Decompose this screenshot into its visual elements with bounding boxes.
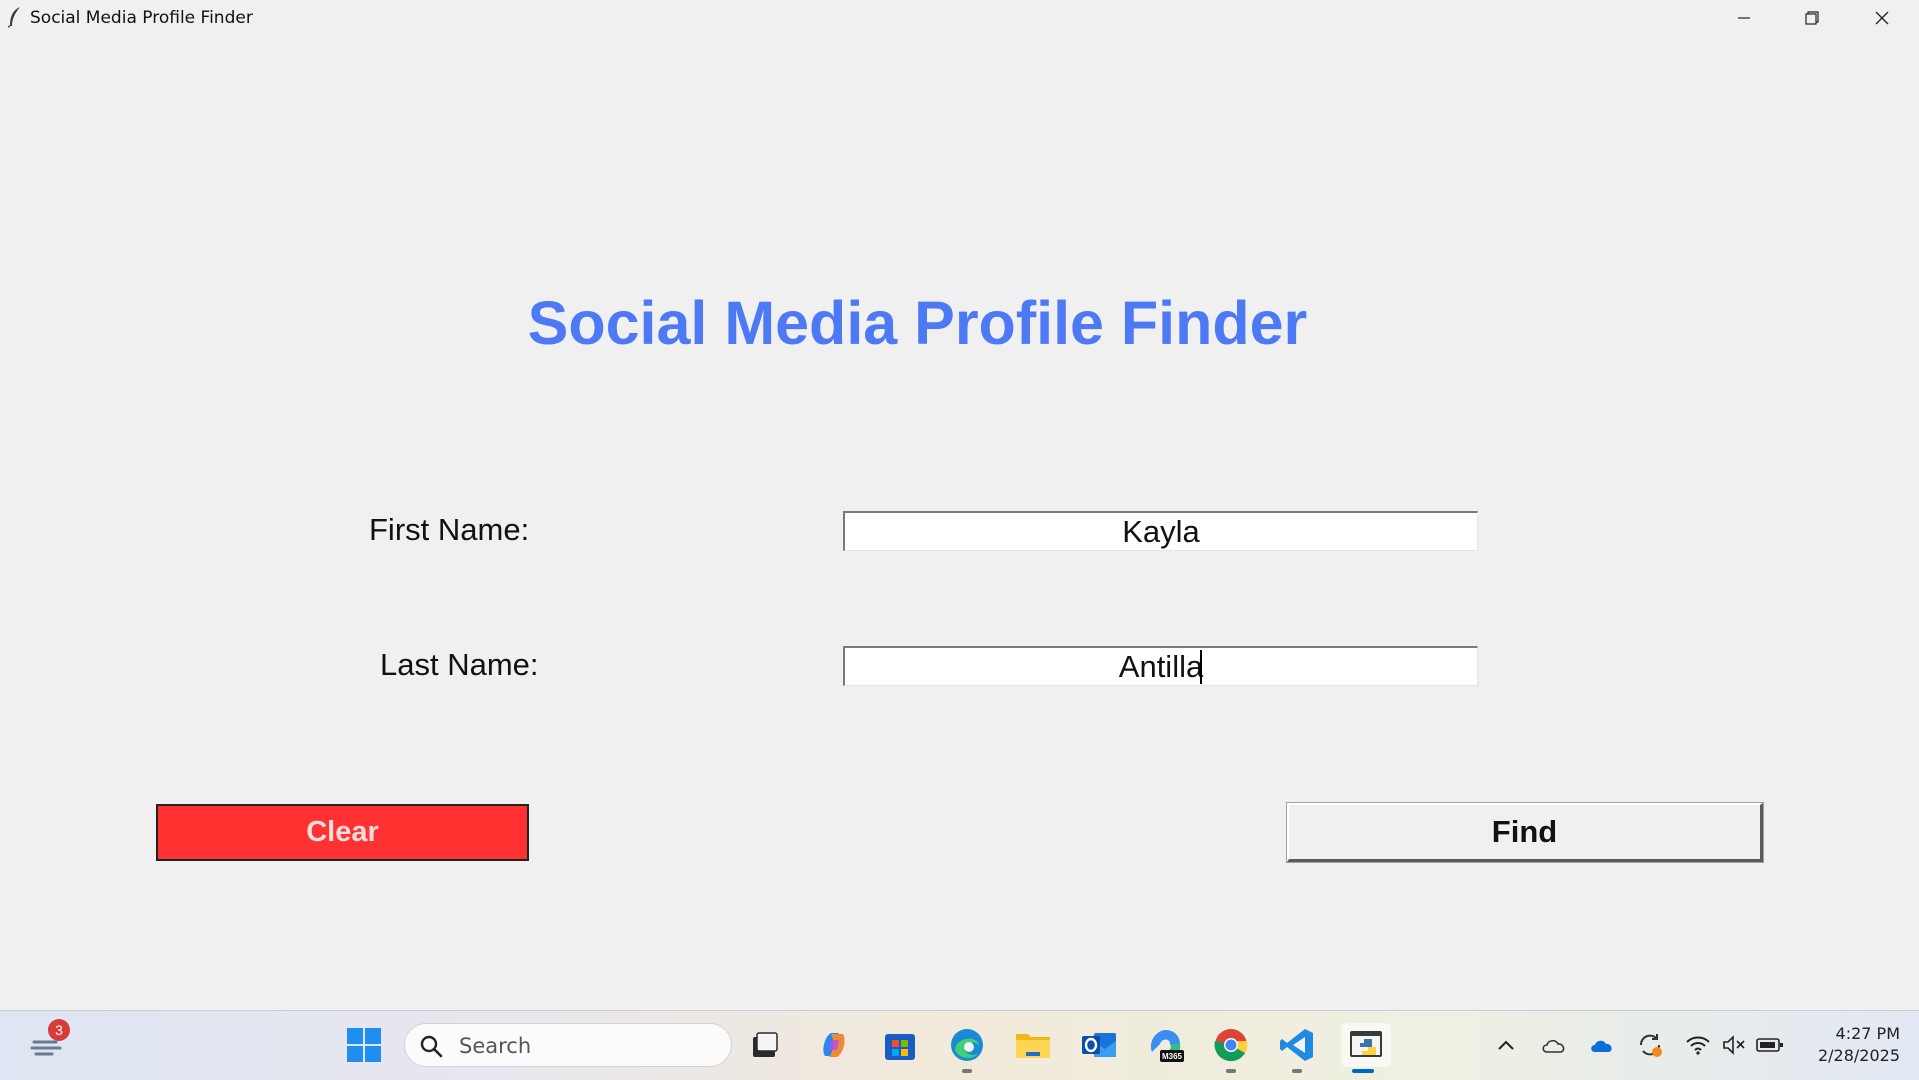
battery-button[interactable] bbox=[1754, 1029, 1786, 1061]
chrome-icon bbox=[1214, 1029, 1248, 1062]
close-button[interactable] bbox=[1848, 0, 1916, 35]
text-caret bbox=[1200, 650, 1202, 684]
wifi-button[interactable] bbox=[1682, 1029, 1714, 1061]
store-button[interactable] bbox=[878, 1023, 922, 1067]
edge-icon bbox=[951, 1029, 983, 1061]
sync-status-button[interactable] bbox=[1634, 1029, 1666, 1061]
taskbar-search[interactable]: Search bbox=[404, 1023, 732, 1067]
battery-icon bbox=[1756, 1038, 1783, 1052]
find-button[interactable]: Find bbox=[1286, 802, 1764, 863]
first-name-field[interactable] bbox=[843, 511, 1478, 551]
copilot-icon bbox=[823, 1033, 845, 1057]
volume-button[interactable] bbox=[1718, 1029, 1750, 1061]
wifi-icon bbox=[1686, 1036, 1710, 1055]
widgets-button[interactable]: 3 bbox=[26, 1019, 70, 1067]
minimize-button[interactable] bbox=[1710, 0, 1778, 35]
chrome-button[interactable] bbox=[1209, 1023, 1253, 1073]
close-icon bbox=[1875, 11, 1889, 24]
search-placeholder: Search bbox=[459, 1034, 532, 1058]
m365-button[interactable]: M365 bbox=[1144, 1023, 1188, 1067]
file-explorer-icon bbox=[1016, 1034, 1050, 1058]
feather-app-icon bbox=[7, 7, 20, 28]
volume-muted-icon bbox=[1723, 1035, 1745, 1055]
cloud-outline-icon bbox=[1542, 1039, 1565, 1053]
search-icon bbox=[420, 1035, 443, 1058]
app-window: Social Media Profile Finder Social Media… bbox=[0, 0, 1919, 1010]
outlook-icon bbox=[1082, 1033, 1116, 1057]
vscode-button[interactable] bbox=[1275, 1023, 1319, 1073]
taskbar: 3 Search M365 4:27 PM 2/28/2025 bbox=[0, 1010, 1919, 1080]
running-indicator bbox=[1226, 1069, 1236, 1073]
clock-time: 4:27 PM bbox=[1835, 1024, 1900, 1043]
m365-icon: M365 bbox=[1150, 1030, 1184, 1062]
edge-button[interactable] bbox=[945, 1023, 989, 1073]
file-explorer-button[interactable] bbox=[1011, 1023, 1055, 1067]
last-name-label: Last Name: bbox=[380, 647, 539, 682]
running-indicator bbox=[962, 1069, 972, 1073]
window-title: Social Media Profile Finder bbox=[30, 8, 253, 28]
sync-icon bbox=[1639, 1034, 1662, 1057]
store-icon bbox=[885, 1034, 915, 1060]
task-view-button[interactable] bbox=[743, 1023, 787, 1067]
restore-icon bbox=[1805, 10, 1819, 25]
python-app-button[interactable] bbox=[1341, 1023, 1391, 1073]
notification-badge: 3 bbox=[48, 1019, 70, 1041]
show-hidden-icons-button[interactable] bbox=[1490, 1029, 1522, 1061]
start-button[interactable] bbox=[342, 1023, 386, 1067]
copilot-button[interactable] bbox=[812, 1023, 856, 1067]
onedrive-business-button[interactable] bbox=[1586, 1029, 1618, 1061]
page-title-text: Social Media Profile Finder bbox=[527, 289, 1308, 357]
title-bar: Social Media Profile Finder bbox=[0, 0, 1919, 35]
onedrive-personal-button[interactable] bbox=[1538, 1029, 1570, 1061]
page-title: Social Media Profile Finder bbox=[0, 288, 1919, 358]
clock-date: 2/28/2025 bbox=[1817, 1046, 1900, 1065]
running-indicator bbox=[1292, 1069, 1302, 1073]
vscode-icon bbox=[1280, 1029, 1313, 1061]
start-icon bbox=[347, 1028, 381, 1062]
task-view-icon bbox=[753, 1032, 778, 1057]
outlook-button[interactable] bbox=[1077, 1023, 1121, 1067]
m365-text: M365 bbox=[1162, 1052, 1183, 1061]
active-indicator bbox=[1352, 1069, 1374, 1073]
chevron-up-icon bbox=[1498, 1040, 1514, 1050]
clear-button[interactable]: Clear bbox=[156, 804, 529, 861]
first-name-label: First Name: bbox=[369, 512, 530, 547]
system-clock[interactable]: 4:27 PM 2/28/2025 bbox=[1800, 1023, 1900, 1067]
cloud-icon bbox=[1591, 1040, 1612, 1052]
last-name-field[interactable] bbox=[843, 646, 1478, 686]
minimize-icon bbox=[1738, 16, 1750, 19]
restore-button[interactable] bbox=[1778, 0, 1846, 35]
python-idle-icon bbox=[1350, 1031, 1382, 1057]
